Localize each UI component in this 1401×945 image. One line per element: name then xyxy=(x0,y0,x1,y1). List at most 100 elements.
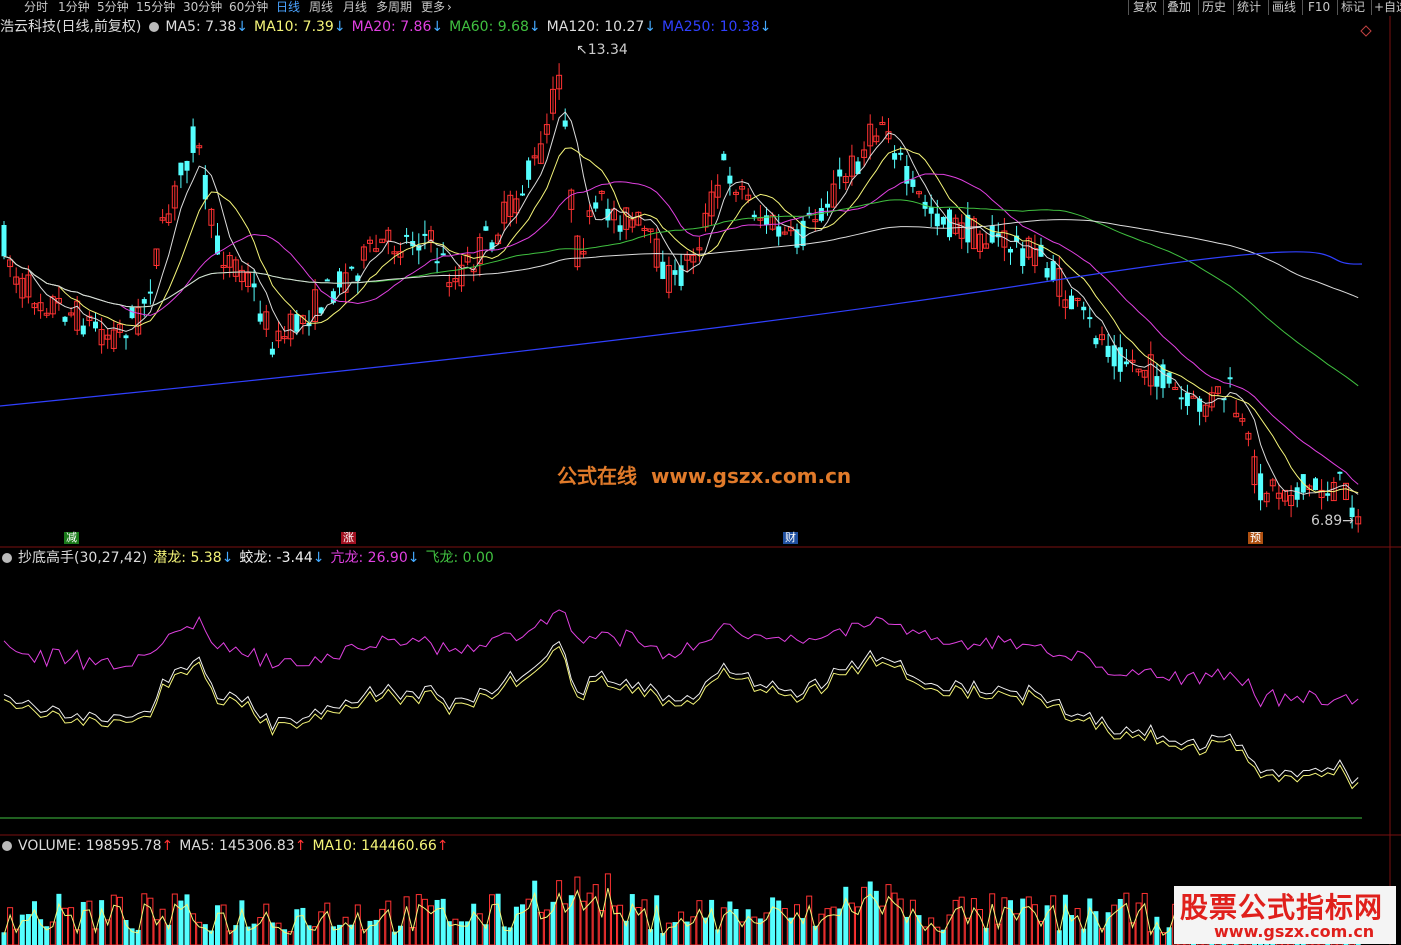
candle-body xyxy=(721,153,727,161)
high-price-label: ↖13.34 xyxy=(576,42,628,58)
volume-bar xyxy=(970,898,977,945)
volume-bar xyxy=(86,900,93,945)
candle-body xyxy=(989,225,995,243)
volume-bar xyxy=(1008,900,1013,945)
volume-bar xyxy=(196,921,203,945)
candle-body xyxy=(257,313,263,322)
volume-bar xyxy=(568,895,574,945)
indicator-chart[interactable] xyxy=(0,565,1390,835)
volume-bar xyxy=(116,896,123,945)
volume-bar xyxy=(1074,908,1081,945)
volume-bar xyxy=(556,880,563,945)
candle-body xyxy=(660,261,666,279)
candle-body xyxy=(727,175,733,184)
low-price-label: 6.89→ xyxy=(1311,513,1354,529)
candle-body xyxy=(440,253,446,256)
candle-body xyxy=(892,153,898,160)
volume-bar xyxy=(403,896,410,945)
candle-body xyxy=(776,226,782,237)
candle-body xyxy=(940,216,946,225)
ma10-line xyxy=(3,147,1359,494)
candle-body xyxy=(562,120,568,127)
volume-bar xyxy=(202,924,208,945)
candle-body xyxy=(672,270,678,275)
candle-body xyxy=(349,266,355,269)
volume-bar xyxy=(489,894,495,945)
volume-bar xyxy=(56,893,62,945)
candle-body xyxy=(1111,345,1117,367)
volume-bar xyxy=(879,905,886,945)
volume-bar xyxy=(184,894,190,945)
volume-bar xyxy=(452,918,459,945)
volume-bar xyxy=(916,915,922,945)
volume-bar xyxy=(38,919,44,945)
dropdown-circle-icon[interactable] xyxy=(2,841,12,851)
candle-body xyxy=(294,314,300,332)
volume-bar xyxy=(830,906,837,945)
candle-body xyxy=(928,207,934,214)
candle-body xyxy=(520,193,525,196)
volume-bar xyxy=(629,894,635,945)
candle-body xyxy=(934,213,940,227)
volume-bar xyxy=(1123,892,1130,945)
candle-body xyxy=(422,233,428,236)
volume-bar xyxy=(837,908,843,945)
event-marker-forecast[interactable]: 预 xyxy=(1248,532,1263,544)
candle-body xyxy=(1294,487,1300,500)
candle-body xyxy=(404,234,410,237)
volume-bar xyxy=(300,907,306,945)
volume-bar xyxy=(80,901,86,945)
volume-bar xyxy=(574,876,581,945)
volume-bar xyxy=(696,900,703,945)
volume-bar xyxy=(220,904,227,945)
kanglong-line xyxy=(3,609,1359,708)
candle-body xyxy=(190,126,196,153)
candle-body xyxy=(80,325,86,335)
logo-url: www.gszx.com.cn xyxy=(1214,922,1375,941)
ind-3: 飞龙: 0.00 xyxy=(425,550,494,566)
candle-body xyxy=(1325,493,1331,496)
volume-bar xyxy=(690,916,697,945)
volume-bar xyxy=(1141,892,1148,945)
volume-bar xyxy=(861,886,868,945)
volume-bar xyxy=(495,893,501,945)
event-marker-reduce[interactable]: 减 xyxy=(64,532,79,544)
volume-bar xyxy=(745,909,751,945)
volume-bar xyxy=(1154,916,1160,945)
volume-bar xyxy=(239,900,245,945)
volume-bar xyxy=(897,898,904,945)
volume-bar xyxy=(989,893,996,945)
volume-bar xyxy=(867,881,873,945)
volume-bar xyxy=(1013,913,1020,945)
volume-bar xyxy=(604,873,611,945)
candle-body xyxy=(141,299,147,304)
dropdown-circle-icon[interactable] xyxy=(2,553,12,563)
volume-bar xyxy=(99,900,105,945)
candle-body xyxy=(1178,397,1184,400)
volume-bar xyxy=(520,904,525,945)
ma60-line xyxy=(3,199,1359,387)
volume-bar xyxy=(848,902,855,945)
volume-bar xyxy=(147,897,154,945)
volume-bar xyxy=(141,893,148,945)
volume-bar xyxy=(641,899,648,945)
candle-body xyxy=(1313,478,1318,491)
event-marker-rise[interactable]: 涨 xyxy=(341,532,356,544)
volume-bar xyxy=(257,917,264,945)
volume-bar xyxy=(617,904,624,945)
candle-body xyxy=(202,175,208,200)
volume-bar xyxy=(958,896,965,945)
volume-bar xyxy=(337,924,342,945)
event-marker-finance[interactable]: 财 xyxy=(783,532,798,544)
candle-body xyxy=(837,169,843,177)
candle-body xyxy=(1227,377,1233,380)
candle-body xyxy=(751,214,757,218)
volume-bar xyxy=(550,901,556,945)
candle-body xyxy=(1123,361,1129,365)
candle-body xyxy=(1,225,7,257)
candle-body xyxy=(1069,295,1074,310)
volume-bar xyxy=(665,922,672,945)
candle-body xyxy=(147,291,153,294)
volume-bar xyxy=(952,899,959,945)
candle-body xyxy=(1093,338,1099,345)
